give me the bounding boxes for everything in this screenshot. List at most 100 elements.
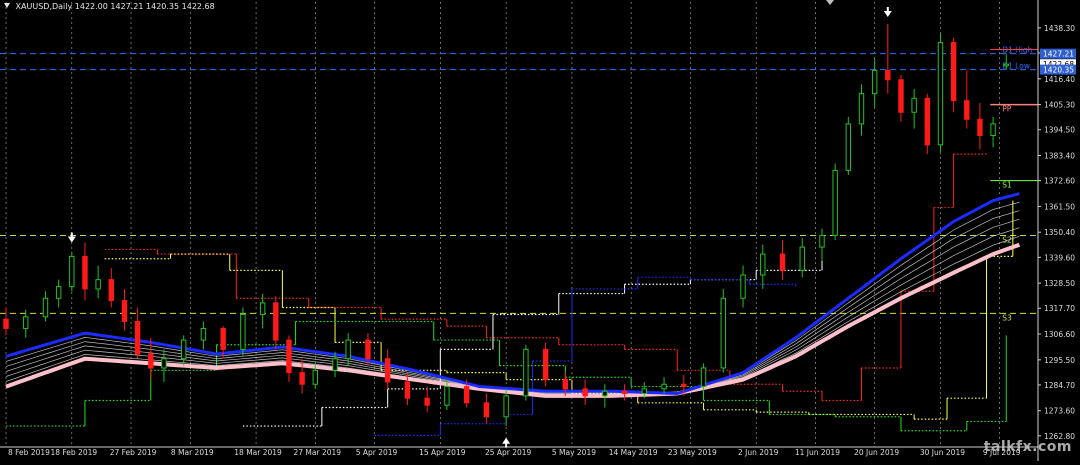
- candle-body[interactable]: [424, 397, 430, 406]
- date-label: 5 Apr 2019: [356, 448, 398, 457]
- candle-body[interactable]: [832, 169, 838, 236]
- candle-body[interactable]: [82, 255, 88, 290]
- candle-body[interactable]: [523, 348, 529, 397]
- candle-body[interactable]: [990, 123, 996, 137]
- price-tick-label: 1350.40: [1044, 228, 1075, 237]
- price-tag: 1427.21: [1043, 50, 1074, 59]
- date-label: 18 Feb 2019: [50, 448, 97, 457]
- candle-body[interactable]: [779, 253, 786, 271]
- price-tick-label: 1295.50: [1044, 356, 1075, 365]
- level-label: PP: [1002, 105, 1012, 114]
- candle-body[interactable]: [259, 302, 266, 316]
- date-label: 15 Apr 2019: [419, 448, 466, 457]
- level-label: D1 High: [1002, 46, 1032, 55]
- date-label: 23 May 2019: [668, 448, 717, 457]
- candle-body[interactable]: [1003, 63, 1009, 67]
- chart-canvas[interactable]: D1 HighD1 LowPPS1S2S3 1438.301427.501416…: [0, 0, 1080, 461]
- candle-body[interactable]: [858, 93, 865, 125]
- candle-body[interactable]: [42, 297, 49, 318]
- candle-body[interactable]: [740, 274, 746, 299]
- candle-body[interactable]: [299, 372, 305, 385]
- date-label: 2 Jun 2019: [738, 448, 779, 457]
- candle-body[interactable]: [55, 286, 62, 299]
- candle-body[interactable]: [404, 381, 411, 399]
- candle-body[interactable]: [134, 320, 141, 355]
- price-tick-label: 1394.50: [1044, 126, 1075, 135]
- candle-body[interactable]: [108, 279, 114, 302]
- date-label: 18 Mar 2019: [234, 448, 282, 457]
- price-tick-label: 1405.30: [1044, 101, 1075, 110]
- chevron-down-icon[interactable]: [4, 3, 10, 8]
- candle-body[interactable]: [562, 379, 569, 390]
- candle-body[interactable]: [483, 402, 490, 418]
- candle-body[interactable]: [161, 358, 167, 369]
- candle-body[interactable]: [641, 388, 648, 395]
- candle-body[interactable]: [950, 42, 957, 102]
- candle-body[interactable]: [760, 253, 766, 276]
- candle-body[interactable]: [332, 358, 338, 371]
- candle-body[interactable]: [700, 367, 707, 388]
- candle-body[interactable]: [937, 42, 944, 146]
- candle-body[interactable]: [661, 383, 667, 390]
- price-tick-label: 1306.60: [1044, 330, 1075, 339]
- date-label: 5 May 2019: [552, 448, 596, 457]
- candle-body[interactable]: [286, 339, 292, 374]
- chart-header: XAUUSD,Daily 1422.00 1427.21 1420.35 142…: [4, 2, 215, 11]
- date-label: 14 May 2019: [609, 448, 658, 457]
- candle-body[interactable]: [200, 327, 207, 341]
- price-tick-label: 1339.60: [1044, 253, 1075, 262]
- date-label: 8 Mar 2019: [171, 448, 214, 457]
- date-label: 27 Feb 2019: [110, 448, 157, 457]
- candle-body[interactable]: [720, 297, 726, 369]
- candle-body[interactable]: [799, 246, 805, 271]
- watermark: talkfx.com: [983, 439, 1072, 455]
- candle-body[interactable]: [542, 348, 549, 381]
- price-tag: 1420.35: [1043, 66, 1074, 75]
- candle-body[interactable]: [463, 386, 470, 404]
- price-tick-label: 1317.70: [1044, 304, 1075, 313]
- date-label: 11 Jun 2019: [795, 448, 840, 457]
- ohlc-values: 1422.00 1427.21 1420.35 1422.68: [74, 2, 215, 11]
- candle-body[interactable]: [503, 395, 509, 418]
- candle-body[interactable]: [148, 353, 154, 369]
- price-tick-label: 1372.60: [1044, 177, 1075, 186]
- candle-body[interactable]: [312, 369, 318, 385]
- candle-body[interactable]: [121, 300, 128, 322]
- date-label: 27 Mar 2019: [294, 448, 342, 457]
- price-chart[interactable]: D1 HighD1 LowPPS1S2S3 1438.301427.501416…: [0, 0, 1080, 461]
- candle-body[interactable]: [220, 327, 226, 350]
- candle-body[interactable]: [95, 279, 101, 290]
- date-label: 20 Jun 2019: [854, 448, 899, 457]
- price-tick-label: 1284.70: [1044, 381, 1075, 390]
- candle-body[interactable]: [977, 118, 983, 137]
- candle-body[interactable]: [885, 69, 891, 81]
- candle-body[interactable]: [924, 97, 930, 146]
- candle-body[interactable]: [345, 339, 351, 360]
- candle-body[interactable]: [180, 339, 187, 360]
- candle-body[interactable]: [964, 100, 970, 120]
- candle-body[interactable]: [365, 339, 371, 360]
- price-tick-label: 1416.40: [1044, 75, 1075, 84]
- candle-body[interactable]: [621, 390, 628, 395]
- candle-body[interactable]: [819, 234, 825, 248]
- candle-body[interactable]: [681, 383, 687, 388]
- candle-body[interactable]: [23, 316, 29, 329]
- candle-body[interactable]: [911, 97, 917, 113]
- price-tick-label: 1361.50: [1044, 202, 1075, 211]
- candle-body[interactable]: [602, 390, 608, 397]
- candle-body[interactable]: [845, 123, 852, 171]
- candle-body[interactable]: [582, 388, 588, 397]
- price-tick-label: 1273.60: [1044, 407, 1075, 416]
- candle-body[interactable]: [871, 69, 878, 95]
- candle-body[interactable]: [3, 318, 9, 329]
- candle-body[interactable]: [444, 386, 450, 406]
- chart-shift-marker-icon[interactable]: [826, 0, 834, 5]
- candle-body[interactable]: [384, 358, 391, 383]
- candle-body[interactable]: [898, 79, 904, 113]
- candle-body[interactable]: [240, 314, 246, 350]
- date-label: 8 Feb 2019: [8, 448, 50, 457]
- candle-body[interactable]: [273, 302, 279, 341]
- price-tick-label: 1438.30: [1044, 24, 1075, 33]
- level-label: S1: [1002, 181, 1012, 190]
- candle-body[interactable]: [69, 255, 75, 288]
